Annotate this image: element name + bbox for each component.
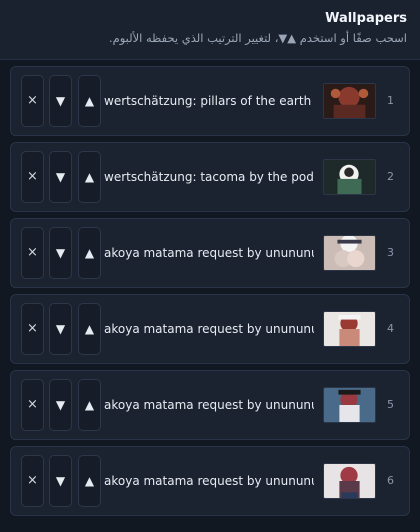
wallpaper-name: wertschätzung: pillars of the earth by..… bbox=[104, 94, 314, 108]
move-down-button[interactable]: ▼ bbox=[49, 227, 72, 279]
row-index: 4 bbox=[387, 322, 394, 335]
move-up-button[interactable]: ▲ bbox=[78, 379, 101, 431]
wallpaper-list: 1 wertschätzung: pillars of the earth by… bbox=[10, 66, 410, 522]
triangle-up-icon: ▲ bbox=[84, 398, 95, 412]
close-icon: × bbox=[27, 397, 38, 412]
wallpaper-thumbnail bbox=[323, 83, 376, 119]
wallpaper-name: wertschätzung: tacoma by the pod fr... bbox=[104, 170, 314, 184]
page-subtitle: اسحب صفًا أو استخدم ▲▼، لتغيير الترتيب ا… bbox=[108, 31, 407, 45]
wallpaper-row[interactable]: 6 akoya matama request by unununun... ▲ … bbox=[10, 446, 410, 516]
move-down-button[interactable]: ▼ bbox=[49, 455, 72, 507]
wallpaper-row[interactable]: 5 akoya matama request by unununun... ▲ … bbox=[10, 370, 410, 440]
page-title: Wallpapers bbox=[325, 11, 407, 26]
move-down-button[interactable]: ▼ bbox=[49, 379, 72, 431]
remove-button[interactable]: × bbox=[21, 227, 44, 279]
wallpaper-row[interactable]: 2 wertschätzung: tacoma by the pod fr...… bbox=[10, 142, 410, 212]
thumbnail-image bbox=[324, 160, 375, 194]
triangle-up-icon: ▲ bbox=[84, 246, 95, 260]
close-icon: × bbox=[27, 245, 38, 260]
close-icon: × bbox=[27, 321, 38, 336]
row-index: 3 bbox=[387, 246, 394, 259]
wallpaper-name: akoya matama request by unununun... bbox=[104, 398, 314, 412]
triangle-up-icon: ▲ bbox=[84, 94, 95, 108]
move-down-button[interactable]: ▼ bbox=[49, 303, 72, 355]
triangle-down-icon: ▼ bbox=[55, 94, 66, 108]
triangle-up-icon: ▲ bbox=[84, 322, 95, 336]
triangle-up-icon: ▲ bbox=[84, 474, 95, 488]
move-down-button[interactable]: ▼ bbox=[49, 75, 72, 127]
wallpaper-row[interactable]: 4 akoya matama request by unununun... ▲ … bbox=[10, 294, 410, 364]
wallpaper-row[interactable]: 1 wertschätzung: pillars of the earth by… bbox=[10, 66, 410, 136]
triangle-down-icon: ▼ bbox=[55, 398, 66, 412]
wallpaper-thumbnail bbox=[323, 159, 376, 195]
row-index: 1 bbox=[387, 94, 394, 107]
wallpaper-name: akoya matama request by unununun... bbox=[104, 246, 314, 260]
move-up-button[interactable]: ▲ bbox=[78, 455, 101, 507]
wallpaper-row[interactable]: 3 akoya matama request by unununun... ▲ … bbox=[10, 218, 410, 288]
thumbnail-image bbox=[324, 312, 375, 346]
move-up-button[interactable]: ▲ bbox=[78, 151, 101, 203]
thumbnail-image bbox=[324, 388, 375, 422]
wallpaper-thumbnail bbox=[323, 387, 376, 423]
close-icon: × bbox=[27, 169, 38, 184]
close-icon: × bbox=[27, 473, 38, 488]
triangle-up-icon: ▲ bbox=[84, 170, 95, 184]
move-down-button[interactable]: ▼ bbox=[49, 151, 72, 203]
triangle-down-icon: ▼ bbox=[55, 474, 66, 488]
thumbnail-image bbox=[324, 464, 375, 498]
wallpaper-thumbnail bbox=[323, 463, 376, 499]
triangle-down-icon: ▼ bbox=[55, 170, 66, 184]
close-icon: × bbox=[27, 93, 38, 108]
remove-button[interactable]: × bbox=[21, 75, 44, 127]
wallpaper-name: akoya matama request by unununun... bbox=[104, 474, 314, 488]
move-up-button[interactable]: ▲ bbox=[78, 303, 101, 355]
thumbnail-image bbox=[324, 236, 375, 270]
remove-button[interactable]: × bbox=[21, 455, 44, 507]
row-index: 2 bbox=[387, 170, 394, 183]
wallpaper-thumbnail bbox=[323, 235, 376, 271]
thumbnail-image bbox=[324, 84, 375, 118]
triangle-down-icon: ▼ bbox=[55, 246, 66, 260]
row-index: 5 bbox=[387, 398, 394, 411]
wallpaper-name: akoya matama request by unununun... bbox=[104, 322, 314, 336]
remove-button[interactable]: × bbox=[21, 379, 44, 431]
move-up-button[interactable]: ▲ bbox=[78, 227, 101, 279]
wallpaper-thumbnail bbox=[323, 311, 376, 347]
remove-button[interactable]: × bbox=[21, 151, 44, 203]
remove-button[interactable]: × bbox=[21, 303, 44, 355]
triangle-down-icon: ▼ bbox=[55, 322, 66, 336]
app-header: Wallpapers اسحب صفًا أو استخدم ▲▼، لتغيي… bbox=[0, 0, 420, 60]
move-up-button[interactable]: ▲ bbox=[78, 75, 101, 127]
row-index: 6 bbox=[387, 474, 394, 487]
